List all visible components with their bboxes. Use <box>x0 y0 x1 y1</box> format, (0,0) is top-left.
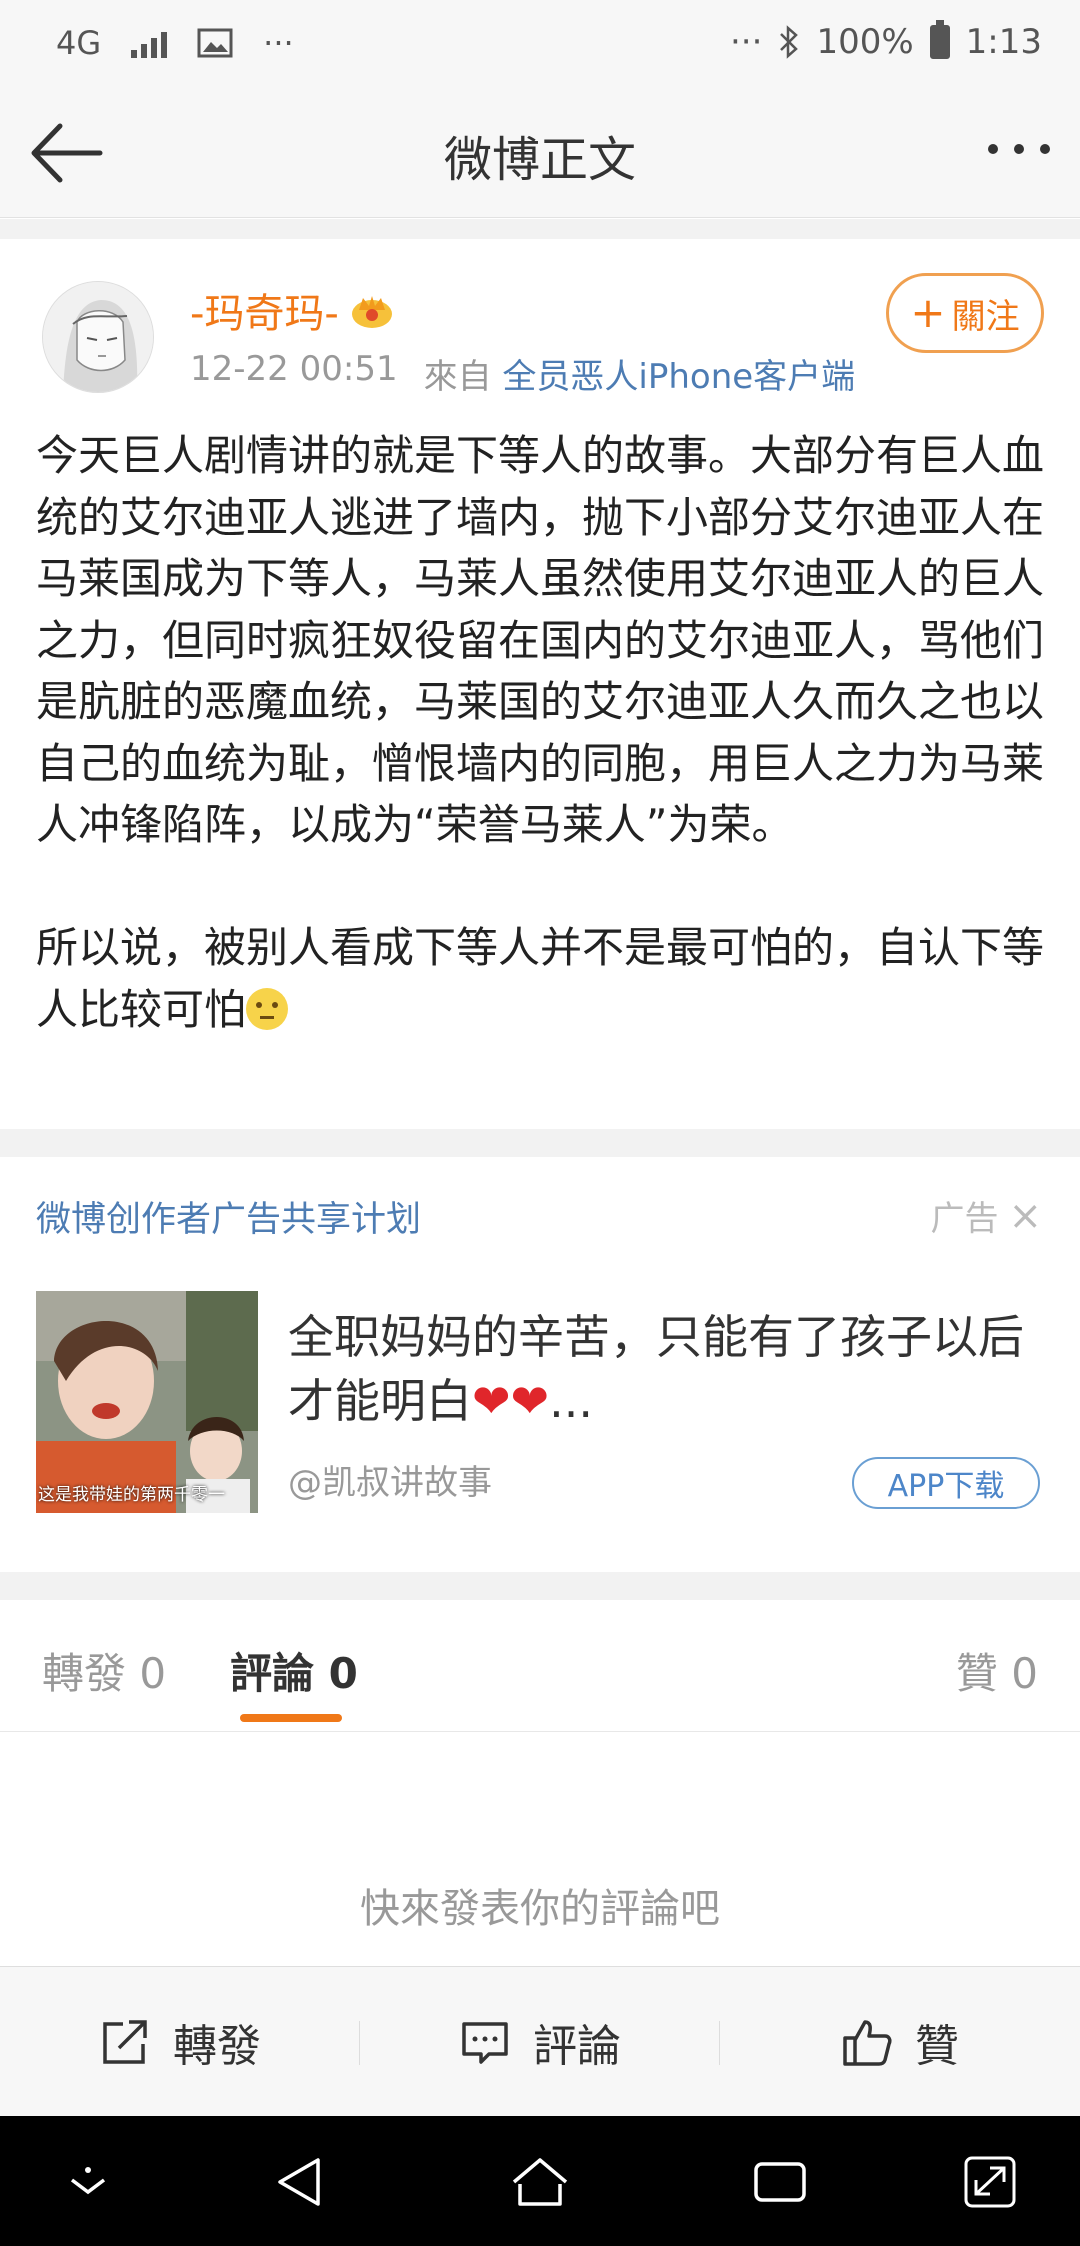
notification-more: ··· <box>263 24 294 62</box>
empty-comments-hint: 快來發表你的評論吧 <box>360 1886 720 1932</box>
comment-icon <box>462 2022 508 2064</box>
post-body: 今天巨人剧情讲的就是下等人的故事。大部分有巨人血统的艾尔迪亚人逃进了墙内，抛下小… <box>36 425 1046 1040</box>
ad-author[interactable]: @凯叔讲故事 <box>288 1455 492 1504</box>
divider <box>0 1572 1080 1600</box>
post-meta: 12-22 00:51 來自 全员恶人iPhone客户端 <box>190 349 855 398</box>
tab-comments[interactable]: 評論 0 <box>230 1640 358 1701</box>
post-time: 12-22 00:51 <box>190 349 398 389</box>
source-prefix: 來自 <box>423 357 492 397</box>
network-indicator: 4G <box>56 24 102 62</box>
crown-icon <box>351 296 392 328</box>
ad-thumbnail[interactable]: 这是我带娃的第两千零一 <box>36 1291 258 1513</box>
engagement-tabs: 轉發 0 評論 0 贊 0 <box>0 1600 1080 1732</box>
ad-card[interactable]: 微博创作者广告共享计划 广告 × 这是我带娃的第两千零一 全职妈妈的辛苦，只能有… <box>0 1157 1080 1572</box>
ad-program-link[interactable]: 微博创作者广告共享计划 <box>36 1191 421 1242</box>
source-link[interactable]: 全员恶人iPhone客户端 <box>502 357 855 397</box>
share-icon <box>103 2020 147 2064</box>
bluetooth-icon <box>780 25 799 59</box>
post-card: -玛奇玛- 12-22 00:51 來自 全员恶人iPhone客户端 + 關注 … <box>0 239 1080 1129</box>
avatar[interactable] <box>42 281 154 393</box>
nav-bar: 微博正文 <box>0 90 1080 218</box>
repost-label: 轉發 <box>173 2021 261 2072</box>
page-title: 微博正文 <box>443 132 636 188</box>
status-bar: 4G ··· ··· 100% 1:13 <box>0 0 1080 90</box>
battery-percent: 100% <box>816 22 914 62</box>
follow-label: 關注 <box>951 296 1020 337</box>
tab-repost[interactable]: 轉發 0 <box>42 1640 166 1701</box>
post-paragraph: 所以说，被别人看成下等人并不是最可怕的，自认下等人比较可怕 <box>36 923 1045 1034</box>
follow-button[interactable]: + 關注 <box>886 273 1044 353</box>
home-icon[interactable] <box>510 2154 570 2210</box>
like-label: 贊 <box>915 2021 959 2072</box>
bottom-toolbar: 轉發 評論 贊 <box>0 1966 1080 2116</box>
image-notification-icon <box>197 28 233 58</box>
status-more: ··· <box>730 22 763 62</box>
heart-icon: ❤❤ <box>472 1374 550 1428</box>
thumbs-up-icon <box>843 2020 892 2066</box>
chevron-down-icon[interactable] <box>58 2154 118 2210</box>
system-nav-bar <box>0 2116 1080 2246</box>
divider <box>0 1129 1080 1157</box>
more-dots-icon[interactable] <box>988 144 1050 154</box>
clock: 1:13 <box>965 22 1042 62</box>
close-icon[interactable]: × <box>1008 1193 1042 1239</box>
tab-likes[interactable]: 贊 0 <box>956 1640 1038 1701</box>
like-button[interactable]: 贊 <box>720 1967 1080 2117</box>
tab-indicator <box>240 1714 342 1722</box>
rotate-screen-icon[interactable] <box>960 2154 1020 2210</box>
comment-button[interactable]: 評論 <box>360 1967 720 2117</box>
ad-headline[interactable]: 全职妈妈的辛苦，只能有了孩子以后才能明白❤❤... <box>288 1305 1048 1433</box>
plus-icon: + <box>910 288 946 337</box>
signal-icon <box>131 28 168 58</box>
app-download-button[interactable]: APP下载 <box>852 1457 1040 1509</box>
thumbnail-caption: 这是我带娃的第两千零一 <box>38 1485 225 1505</box>
repost-button[interactable]: 轉發 <box>0 1967 360 2117</box>
battery-icon <box>929 20 950 59</box>
divider <box>0 219 1080 239</box>
comment-label: 評論 <box>533 2021 621 2072</box>
post-paragraph: 今天巨人剧情讲的就是下等人的故事。大部分有巨人血统的艾尔迪亚人逃进了墙内，抛下小… <box>36 431 1045 849</box>
ad-label-group: 广告 × <box>930 1191 1042 1240</box>
back-triangle-icon[interactable] <box>270 2154 330 2210</box>
username-text[interactable]: -玛奇玛- <box>190 281 339 339</box>
ad-label: 广告 <box>930 1199 999 1239</box>
recent-apps-icon[interactable] <box>750 2154 810 2210</box>
username[interactable]: -玛奇玛- <box>190 281 395 339</box>
thinking-emoji-icon <box>246 987 289 1030</box>
